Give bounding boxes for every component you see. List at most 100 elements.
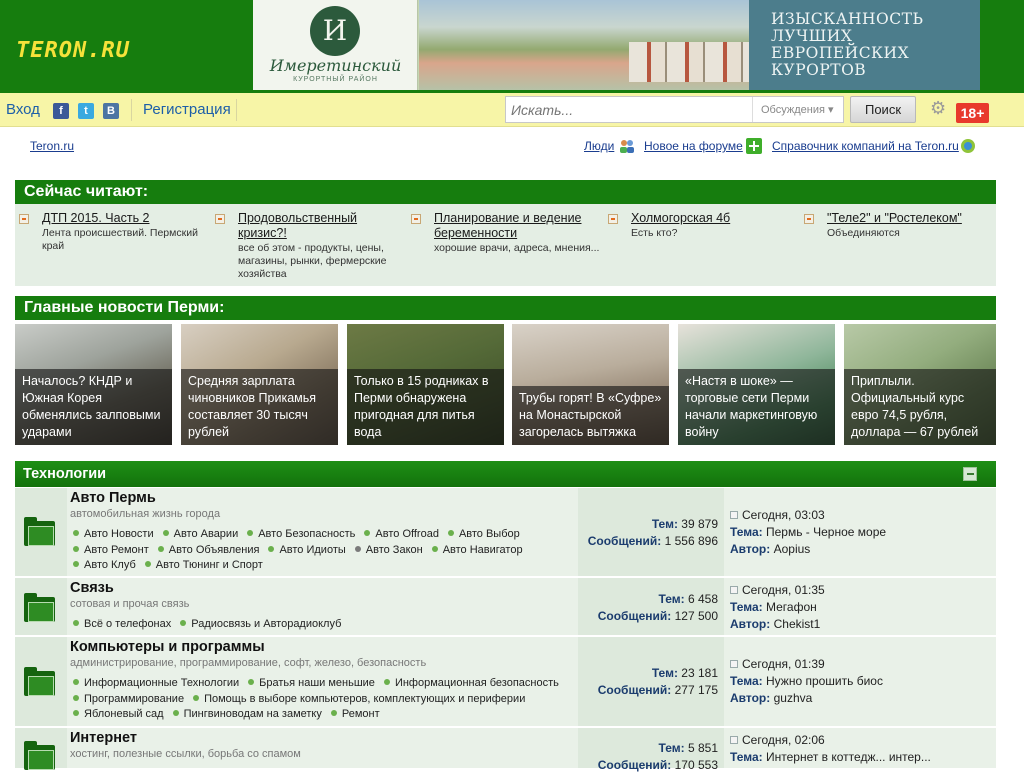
subforum-link[interactable]: Авто Закон [355,543,423,559]
home-link[interactable]: Teron.ru [30,139,74,153]
last-post-icon[interactable] [730,736,738,744]
news-caption: Началось? КНДР и Южная Корея обменялись … [15,369,172,445]
last-post-time: Сегодня, 01:39 [742,657,825,671]
last-author[interactable]: Aopius [774,542,811,556]
reading-item-desc: Объединяются [827,227,900,239]
subforum-link[interactable]: Информационные Технологии [73,676,239,692]
news-tile[interactable]: Началось? КНДР и Южная Корея обменялись … [15,324,172,445]
topics-label: Тем: [658,592,685,606]
reading-item-link[interactable]: "Теле2" и "Ростелеком" [827,211,994,226]
last-post-icon[interactable] [730,511,738,519]
posts-count: 1 556 896 [664,534,718,548]
news-caption: Средняя зарплата чиновников Прикамья сос… [181,369,338,445]
last-topic-label: Тема: [730,674,763,688]
twitter-icon[interactable]: t [78,103,94,119]
subforum-link[interactable]: Авто Тюнинг и Спорт [145,558,263,574]
subforum-link[interactable]: Авто Выбор [448,527,520,543]
subforum-link[interactable]: Авто Навигатор [432,543,523,559]
last-post-icon[interactable] [730,660,738,668]
forum-title[interactable]: Компьютеры и программы [70,639,265,655]
last-topic[interactable]: Интернет в коттедж... интер... [766,750,931,764]
last-post: Сегодня, 01:35 Тема: Мегафон Автор: Chek… [724,578,996,635]
search-box: Обсуждения ▾ [505,96,844,123]
forum-desc: сотовая и прочая связь [70,598,190,610]
folder-icon [24,741,55,770]
subforum-link[interactable]: Авто Безопасность [247,527,355,543]
forum-title[interactable]: Интернет [70,730,137,746]
subforum-link[interactable]: Авто Новости [73,527,154,543]
last-topic[interactable]: Мегафон [766,600,817,614]
reading-item: Планирование и ведение беременности хоро… [411,211,601,255]
news-caption: Только в 15 родниках в Перми обнаружена … [347,369,504,445]
forum-new-link[interactable]: Новое на форуме [644,139,743,153]
news-tile[interactable]: Приплыли. Официальный курс евро 74,5 руб… [844,324,996,445]
last-author-label: Автор: [730,542,771,556]
subforum-link[interactable]: Пингвиноводам на заметку [173,707,322,723]
news-tile[interactable]: Только в 15 родниках в Перми обнаружена … [347,324,504,445]
collapse-icon[interactable] [963,467,977,481]
facebook-icon[interactable]: f [53,103,69,119]
age-rating-badge: 18+ [956,103,989,123]
vk-icon[interactable]: B [103,103,119,119]
subforum-link[interactable]: Авто Аварии [163,527,239,543]
forum-info: Компьютеры и программы администрирование… [67,637,578,726]
login-link[interactable]: Вход [6,101,40,118]
subforum-link[interactable]: Радиосвязь и Авторадиоклуб [180,617,341,633]
subforum-link[interactable]: Всё о телефонах [73,617,171,633]
search-scope-select[interactable]: Обсуждения ▾ [752,97,843,122]
reading-item-link[interactable]: Холмогорская 4б [631,211,798,226]
subforum-link[interactable]: Авто Объявления [158,543,260,559]
forum-title[interactable]: Авто Пермь [70,490,156,506]
site-logo[interactable]: TERON.RU [16,38,130,63]
last-topic[interactable]: Пермь - Черное море [766,525,886,539]
search-button[interactable]: Поиск [850,96,916,123]
main-news-title: Главные новости Перми: [15,296,996,320]
last-topic[interactable]: Нужно прошить биос [766,674,883,688]
banner-brand-name: Имеретинский [269,56,402,75]
last-author[interactable]: guzhva [774,691,813,705]
news-tile[interactable]: Средняя зарплата чиновников Прикамья сос… [181,324,338,445]
folder-icon [24,593,55,622]
reading-item-link[interactable]: Продовольственный кризис?! [238,211,405,241]
forum-title[interactable]: Связь [70,580,114,596]
register-link[interactable]: Регистрация [143,101,231,118]
subforum-link[interactable]: Авто Клуб [73,558,136,574]
forum-info: Интернет хостинг, полезные ссылки, борьб… [67,728,578,768]
last-author[interactable]: Chekist1 [774,617,821,631]
ad-banner[interactable]: И Имеретинский КУРОРТНЫЙ РАЙОН ИЗЫСКАННО… [253,0,980,90]
topics-count: 6 458 [687,592,718,606]
news-caption: Трубы горят! В «Суфре» на Монастырской з… [512,386,669,445]
subforum-link[interactable]: Братья наши меньшие [248,676,375,692]
gear-icon[interactable]: ⚙ [930,99,948,117]
search-input[interactable] [506,97,750,122]
subforum-link[interactable]: Ремонт [331,707,380,723]
subforum-link[interactable]: Авто Ремонт [73,543,149,559]
topics-label: Тем: [651,666,678,680]
forum-icon-cell [15,637,67,726]
people-link[interactable]: Люди [584,139,614,153]
reading-item: Холмогорская 4б Есть кто? [608,211,798,240]
posts-label: Сообщений: [597,609,672,623]
last-post: Сегодня, 01:39 Тема: Нужно прошить биос … [724,637,996,726]
subforum-link[interactable]: Авто Offroad [364,527,439,543]
reading-item-link[interactable]: Планирование и ведение беременности [434,211,601,241]
now-reading-title: Сейчас читают: [15,180,996,204]
subforum-link[interactable]: Яблоневый сад [73,707,164,723]
news-tile[interactable]: «Настя в шоке» — торговые сети Перми нач… [678,324,835,445]
banner-brand-card: И Имеретинский КУРОРТНЫЙ РАЙОН [253,0,418,90]
forum-info: Связь сотовая и прочая связь Всё о телеф… [67,578,578,635]
folder-icon [24,667,55,696]
subforum-list: Авто Новости Авто Аварии Авто Безопасность… [73,527,573,574]
last-author-label: Автор: [730,691,771,705]
subforum-link[interactable]: Авто Идиоты [268,543,345,559]
reading-item-link[interactable]: ДТП 2015. Часть 2 [42,211,209,226]
forum-stats: Тем: 23 181 Сообщений: 277 175 [578,637,724,726]
subforum-link[interactable]: Программирование [73,692,184,708]
site-header: TERON.RU И Имеретинский КУРОРТНЫЙ РАЙОН … [0,0,1024,93]
news-tile[interactable]: Трубы горят! В «Суфре» на Монастырской з… [512,324,669,445]
directory-link[interactable]: Справочник компаний на Teron.ru [772,139,959,153]
last-post-icon[interactable] [730,586,738,594]
subforum-link[interactable]: Помощь в выборе компьютеров, комплектующ… [193,692,525,708]
reading-item-desc: все об этом - продукты, цены, магазины, … [238,242,387,280]
subforum-link[interactable]: Информационная безопасность [384,676,559,692]
